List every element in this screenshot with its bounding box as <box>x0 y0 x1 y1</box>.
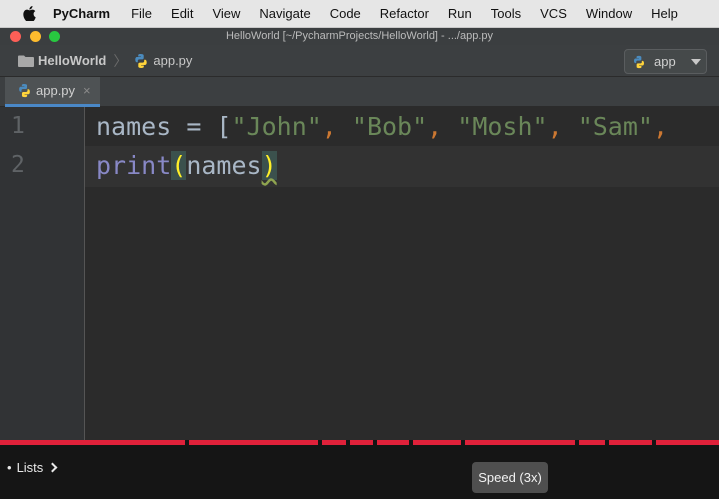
python-run-config-icon <box>632 55 646 69</box>
line-number: 1 <box>11 113 25 139</box>
chevron-right-icon <box>47 462 58 473</box>
bracket-match: ( <box>171 151 187 180</box>
chevron-down-icon <box>690 58 701 65</box>
code-token: names <box>186 151 262 180</box>
code-token: [ <box>216 112 232 141</box>
window-title: HelloWorld [~/PycharmProjects/HelloWorld… <box>225 30 494 42</box>
string-literal: "Bob" <box>351 112 428 141</box>
navigation-bar: HelloWorld 〉 app.py app <box>0 45 719 77</box>
menu-navigate[interactable]: Navigate <box>259 6 310 21</box>
tab-label: app.py <box>36 83 76 98</box>
string-literal: "John" <box>231 112 322 141</box>
code-token: = <box>171 112 217 141</box>
chapter-marker <box>346 440 350 445</box>
editor-tab-bar: app.py × <box>0 77 719 107</box>
chapter-marker <box>318 440 322 445</box>
tab-close-icon[interactable]: × <box>83 83 91 98</box>
menu-edit[interactable]: Edit <box>171 6 193 21</box>
run-config-label: app <box>654 54 676 69</box>
breadcrumb-separator-icon: 〉 <box>113 52 128 69</box>
code-token: , <box>427 112 458 141</box>
code-editor[interactable]: 1 2 names = ["John", "Bob", "Mosh", "Sam… <box>0 107 719 440</box>
line-number: 2 <box>11 152 25 178</box>
chapter-title-button[interactable]: • Lists <box>7 460 58 475</box>
menu-file[interactable]: File <box>131 6 152 21</box>
string-literal: "Sam" <box>577 112 653 141</box>
code-token: , <box>652 112 669 141</box>
video-progress-bar[interactable] <box>0 440 719 445</box>
chapter-title: Lists <box>16 460 44 475</box>
menu-app-name[interactable]: PyCharm <box>53 6 110 21</box>
menu-refactor[interactable]: Refactor <box>380 6 429 21</box>
code-line-2[interactable]: print(names) <box>96 151 277 180</box>
menu-help[interactable]: Help <box>651 6 678 21</box>
breadcrumb-project[interactable]: HelloWorld <box>38 53 106 68</box>
code-line-1[interactable]: names = ["John", "Bob", "Mosh", "Sam", <box>96 112 668 141</box>
code-token: names <box>96 112 172 141</box>
string-literal: "Mosh" <box>457 112 548 141</box>
menu-vcs[interactable]: VCS <box>540 6 567 21</box>
menu-code[interactable]: Code <box>330 6 361 21</box>
menu-window[interactable]: Window <box>586 6 632 21</box>
bracket-match: ) <box>261 151 277 180</box>
code-token: , <box>321 112 352 141</box>
tab-app-py[interactable]: app.py × <box>5 77 100 107</box>
chapter-marker <box>409 440 413 445</box>
builtin-function: print <box>96 151 172 180</box>
chapter-marker <box>373 440 377 445</box>
mac-menu-bar: PyCharm File Edit View Navigate Code Ref… <box>0 0 719 28</box>
chapter-marker <box>605 440 609 445</box>
menu-tools[interactable]: Tools <box>491 6 521 21</box>
run-configuration-dropdown[interactable]: app <box>624 49 707 74</box>
chapter-marker <box>461 440 465 445</box>
python-file-icon <box>17 83 32 98</box>
folder-icon <box>18 55 34 67</box>
video-controls-bar: • Lists Speed (3x) <box>0 440 719 499</box>
window-title-bar: HelloWorld [~/PycharmProjects/HelloWorld… <box>0 28 719 45</box>
chapter-bullet: • <box>7 460 12 475</box>
chapter-marker <box>185 440 189 445</box>
apple-icon[interactable] <box>22 6 36 22</box>
speed-tooltip: Speed (3x) <box>472 462 548 493</box>
code-token: , <box>547 112 578 141</box>
menu-view[interactable]: View <box>212 6 240 21</box>
python-file-icon <box>133 53 149 69</box>
menu-run[interactable]: Run <box>448 6 472 21</box>
line-number-gutter: 1 2 <box>0 107 85 440</box>
breadcrumb-file[interactable]: app.py <box>153 53 192 68</box>
chapter-marker <box>652 440 656 445</box>
chapter-marker <box>575 440 579 445</box>
